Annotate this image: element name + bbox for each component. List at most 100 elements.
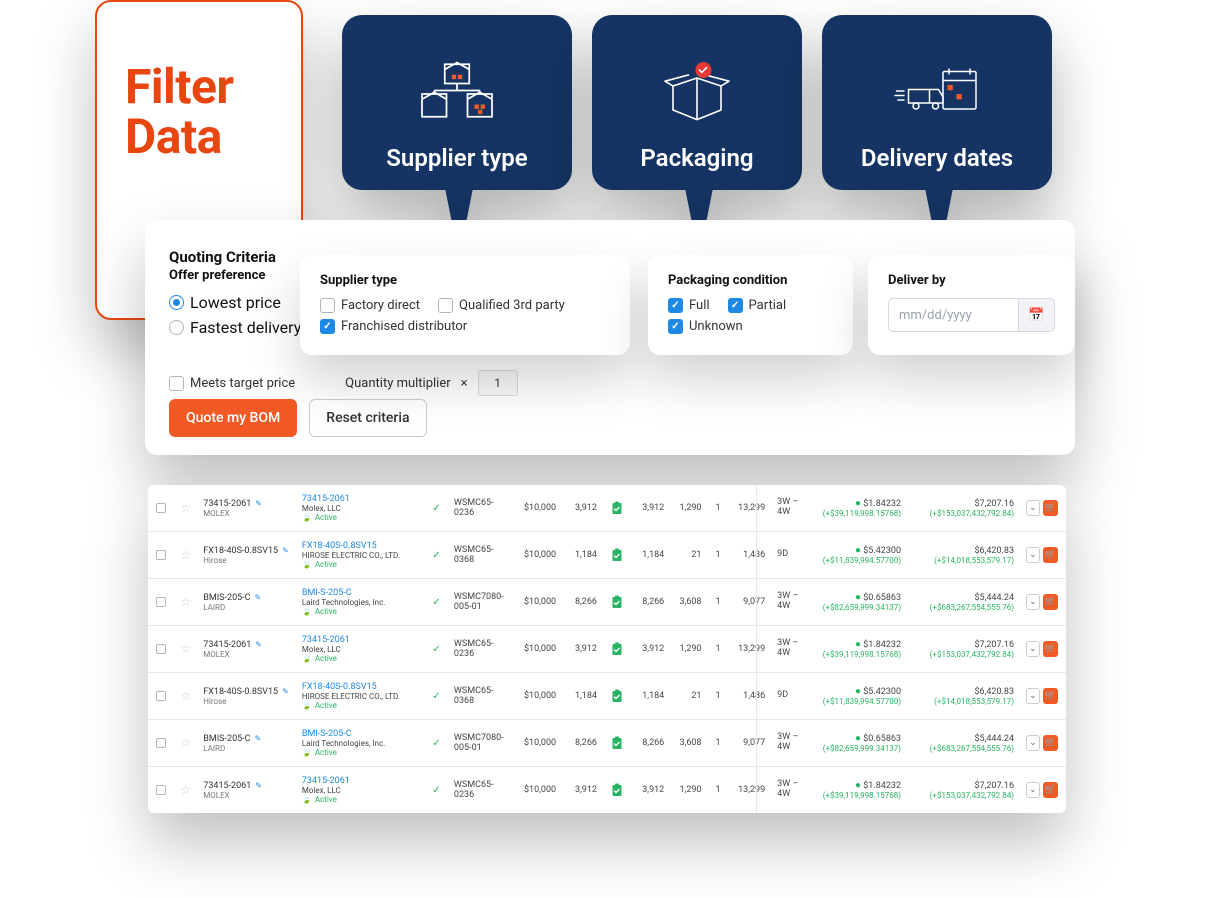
- mult: 1: [708, 767, 729, 813]
- clipboard-icon[interactable]: [603, 532, 631, 578]
- clipboard-icon[interactable]: [603, 673, 631, 719]
- expand-button[interactable]: ⌄: [1026, 735, 1040, 751]
- row-select-checkbox[interactable]: [148, 626, 174, 672]
- date-placeholder: mm/dd/yyyy: [889, 299, 1018, 331]
- pencil-icon[interactable]: ✎: [282, 546, 289, 555]
- star-icon: ☆: [180, 548, 191, 562]
- checkbox-label: Qualified 3rd party: [459, 298, 565, 313]
- offer-fastest-radio[interactable]: Fastest delivery: [169, 318, 319, 337]
- supplier-factory-checkbox[interactable]: Factory direct: [320, 298, 420, 313]
- deliver-date-input[interactable]: mm/dd/yyyy 📅: [888, 298, 1055, 332]
- part-number[interactable]: BMIS-205-C: [203, 734, 250, 744]
- target-price: $10,000: [512, 532, 562, 578]
- lead-time: 9D: [771, 673, 805, 719]
- clipboard-icon[interactable]: [603, 626, 631, 672]
- offer-lowest-radio[interactable]: Lowest price: [169, 293, 319, 312]
- expand-button[interactable]: ⌄: [1026, 641, 1040, 657]
- part-cell: 73415-2061✎ MOLEX: [197, 767, 296, 813]
- row-favorite-button[interactable]: ☆: [174, 579, 197, 625]
- clipboard-icon[interactable]: [603, 579, 631, 625]
- clipboard-icon[interactable]: [603, 767, 631, 813]
- supplier-franchised-checkbox[interactable]: Franchised distributor: [320, 319, 467, 334]
- mfr-part-link[interactable]: 73415-2061: [302, 776, 419, 786]
- calendar-icon[interactable]: 📅: [1018, 299, 1054, 331]
- hero-card-label: Supplier type: [386, 144, 527, 172]
- quote-bom-button[interactable]: Quote my BOM: [169, 399, 297, 437]
- lead-time: 3W – 4W: [771, 485, 805, 531]
- status-dot-icon: ●: [855, 639, 861, 650]
- moq: 3,608: [670, 720, 707, 766]
- packaging-partial-checkbox[interactable]: Partial: [728, 298, 787, 313]
- unit-price: ● $5.42300 (+$11,839,994.57700): [805, 673, 907, 719]
- packaging-full-checkbox[interactable]: Full: [668, 298, 710, 313]
- checkbox-off-icon: [156, 691, 166, 701]
- mfr-name: HIROSE ELECTRIC CO., LTD.: [302, 692, 419, 701]
- row-select-checkbox[interactable]: [148, 579, 174, 625]
- expand-button[interactable]: ⌄: [1026, 782, 1040, 798]
- target-price: $10,000: [512, 485, 562, 531]
- mfr-part-link[interactable]: 73415-2061: [302, 635, 419, 645]
- expand-button[interactable]: ⌄: [1026, 547, 1040, 563]
- row-favorite-button[interactable]: ☆: [174, 767, 197, 813]
- pencil-icon[interactable]: ✎: [255, 640, 262, 649]
- row-select-checkbox[interactable]: [148, 720, 174, 766]
- row-select-checkbox[interactable]: [148, 485, 174, 531]
- mfr-part-link[interactable]: FX18-40S-0.8SV15: [302, 682, 419, 692]
- row-favorite-button[interactable]: ☆: [174, 532, 197, 578]
- hero-delivery-dates-card: Delivery dates: [822, 15, 1052, 190]
- multiply-icon: ×: [461, 376, 468, 391]
- add-to-cart-button[interactable]: 🛒: [1043, 594, 1058, 610]
- offer-preference-label: Offer preference: [169, 268, 319, 283]
- available: 9,077: [729, 720, 772, 766]
- row-favorite-button[interactable]: ☆: [174, 626, 197, 672]
- pencil-icon[interactable]: ✎: [255, 593, 262, 602]
- unit-price: ● $5.42300 (+$11,839,994.57700): [805, 532, 907, 578]
- reset-criteria-button[interactable]: Reset criteria: [309, 399, 426, 437]
- clipboard-icon[interactable]: [603, 720, 631, 766]
- row-favorite-button[interactable]: ☆: [174, 720, 197, 766]
- mfr-name: Molex, LLC: [302, 645, 419, 654]
- mfr-part-link[interactable]: BMI-S-205-C: [302, 729, 419, 739]
- row-favorite-button[interactable]: ☆: [174, 673, 197, 719]
- pencil-icon[interactable]: ✎: [255, 734, 262, 743]
- row-select-checkbox[interactable]: [148, 673, 174, 719]
- add-to-cart-button[interactable]: 🛒: [1043, 688, 1058, 704]
- row-select-checkbox[interactable]: [148, 767, 174, 813]
- expand-button[interactable]: ⌄: [1026, 500, 1040, 516]
- mfr-part-link[interactable]: FX18-40S-0.8SV15: [302, 541, 419, 551]
- warehouse-code: WSMC65-0368: [448, 532, 512, 578]
- add-to-cart-button[interactable]: 🛒: [1043, 735, 1058, 751]
- brand-label: Hirose: [203, 556, 290, 565]
- packaging-unknown-checkbox[interactable]: Unknown: [668, 319, 743, 334]
- part-cell: FX18-40S-0.8SV15 ✎ Hirose: [197, 532, 296, 578]
- supplier-qualified-checkbox[interactable]: Qualified 3rd party: [438, 298, 565, 313]
- mfr-part-link[interactable]: 73415-2061: [302, 494, 419, 504]
- part-number[interactable]: FX18-40S-0.8SV15: [203, 687, 278, 697]
- row-favorite-button[interactable]: ☆: [174, 485, 197, 531]
- warehouse-icon: [412, 54, 502, 134]
- part-number[interactable]: 73415-2061: [203, 499, 251, 509]
- add-to-cart-button[interactable]: 🛒: [1043, 547, 1058, 563]
- manufacturer-cell: 73415-2061 Molex, LLC Active: [296, 485, 425, 531]
- clipboard-icon[interactable]: [603, 485, 631, 531]
- part-number[interactable]: 73415-2061: [203, 640, 251, 650]
- mfr-part-link[interactable]: BMI-S-205-C: [302, 588, 419, 598]
- meets-target-checkbox[interactable]: Meets target price: [169, 376, 295, 391]
- pencil-icon[interactable]: ✎: [255, 499, 262, 508]
- add-to-cart-button[interactable]: 🛒: [1043, 500, 1058, 516]
- qty-input[interactable]: 1: [478, 370, 518, 396]
- pencil-icon[interactable]: ✎: [255, 781, 262, 790]
- status-badge: Active: [302, 795, 419, 804]
- warehouse-code: WSMC65-0236: [448, 485, 512, 531]
- part-number[interactable]: BMIS-205-C: [203, 593, 250, 603]
- row-select-checkbox[interactable]: [148, 532, 174, 578]
- hero-supplier-type-card: Supplier type: [342, 15, 572, 190]
- expand-button[interactable]: ⌄: [1026, 594, 1040, 610]
- part-number[interactable]: 73415-2061: [203, 781, 251, 791]
- expand-button[interactable]: ⌄: [1026, 688, 1040, 704]
- add-to-cart-button[interactable]: 🛒: [1043, 641, 1058, 657]
- pencil-icon[interactable]: ✎: [282, 687, 289, 696]
- brand-label: LAIRD: [203, 603, 290, 612]
- add-to-cart-button[interactable]: 🛒: [1043, 782, 1058, 798]
- part-number[interactable]: FX18-40S-0.8SV15: [203, 546, 278, 556]
